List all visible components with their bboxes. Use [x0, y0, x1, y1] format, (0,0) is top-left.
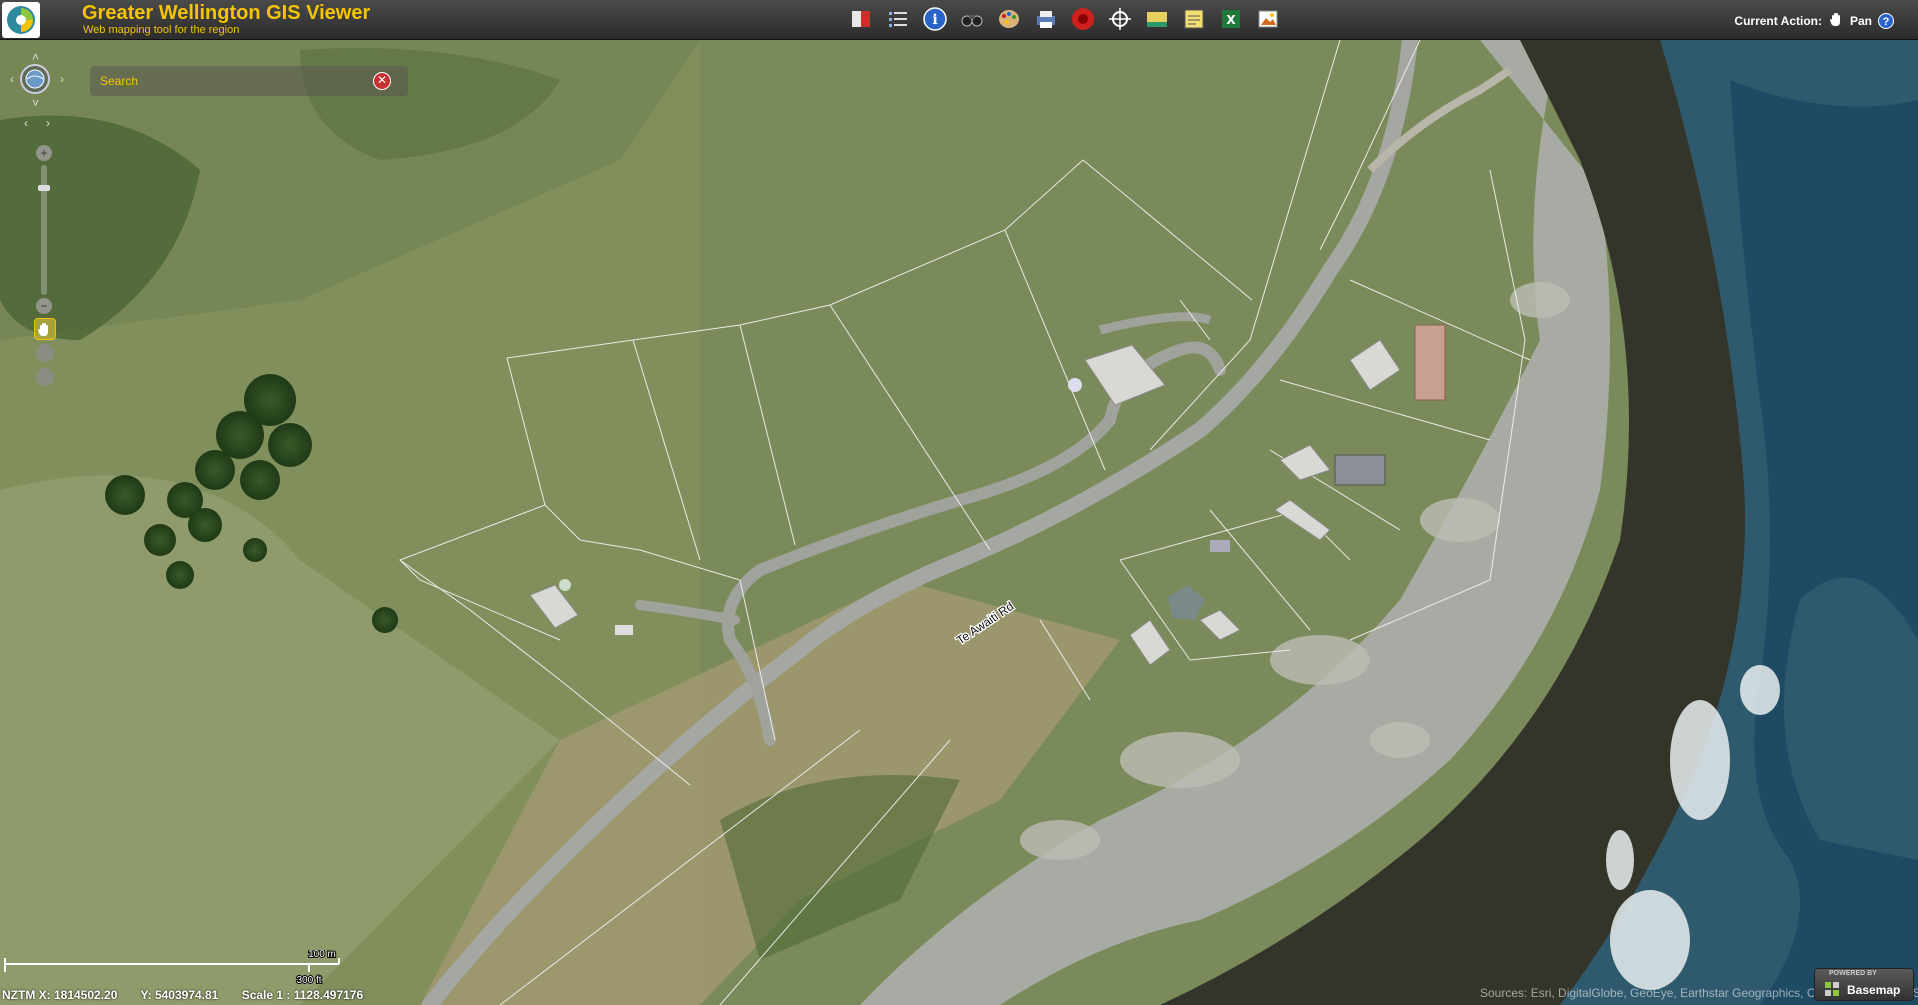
current-action-label: Current Action:	[1734, 13, 1822, 28]
globe-icon	[25, 69, 45, 89]
scale-metric-label: 100 m	[308, 950, 336, 960]
help-icon[interactable]: ?	[1878, 12, 1894, 29]
basemap-grid-icon	[1825, 982, 1839, 996]
basemap-button[interactable]: POWERED BY Basemap	[1814, 968, 1914, 1001]
coord-x: NZTM X: 1814502.20	[2, 988, 118, 1002]
main-toolbar: i X	[846, 4, 1282, 34]
image-export-icon[interactable]	[1253, 4, 1282, 33]
zoom-in-icon[interactable]: +	[36, 145, 52, 161]
zoom-slider[interactable]	[38, 165, 50, 295]
zoom-slider-handle[interactable]	[38, 185, 50, 191]
coordinate-readout: NZTM X: 1814502.20 Y: 5403974.81 Scale 1…	[2, 988, 383, 1002]
navigation-control: ˄ ˅ ‹ › ‹ › + −	[8, 50, 72, 400]
map-scale: Scale 1 : 1128.497176	[241, 988, 364, 1002]
gis-viewer-app: Greater Wellington GIS Viewer Web mappin…	[0, 0, 1918, 1005]
book-icon[interactable]	[846, 4, 875, 33]
svg-text:i: i	[932, 12, 937, 28]
search-input[interactable]	[100, 72, 360, 90]
greater-wellington-logo[interactable]	[2, 2, 40, 38]
record-icon[interactable]	[1068, 4, 1097, 33]
current-action: Current Action: Pan ?	[1734, 11, 1894, 30]
rotate-left-icon[interactable]: ‹	[24, 116, 28, 130]
zoom-out-icon[interactable]: −	[36, 298, 52, 314]
notes-icon[interactable]	[1179, 4, 1208, 33]
basemap-label: Basemap	[1847, 983, 1901, 997]
pan-mode-icon[interactable]	[34, 318, 56, 340]
pan-right-icon[interactable]: ›	[60, 72, 64, 86]
powered-by-label: POWERED BY	[1829, 970, 1877, 977]
crosshair-icon[interactable]	[1105, 4, 1134, 33]
app-title: Greater Wellington GIS Viewer	[82, 2, 371, 24]
svg-text:X: X	[1226, 13, 1236, 27]
scale-imperial-label: 300 ft	[296, 975, 321, 986]
pan-control[interactable]	[20, 64, 50, 94]
rotate-right-icon[interactable]: ›	[46, 116, 50, 130]
print-icon[interactable]	[1031, 4, 1060, 33]
zoom-extent-mode-icon[interactable]	[36, 368, 54, 386]
palette-icon[interactable]	[994, 4, 1023, 33]
binoculars-icon[interactable]	[957, 4, 986, 33]
pan-left-icon[interactable]: ‹	[10, 72, 14, 86]
clear-search-icon[interactable]: ✕	[373, 72, 391, 90]
app-subtitle: Web mapping tool for the region	[83, 24, 240, 36]
map-canvas[interactable]: Te Awaiti Rd	[0, 40, 1918, 1005]
excel-icon[interactable]: X	[1216, 4, 1245, 33]
layer-list-icon[interactable]	[883, 4, 912, 33]
top-header: Greater Wellington GIS Viewer Web mappin…	[0, 0, 1918, 40]
current-action-value: Pan	[1849, 13, 1872, 28]
pan-hand-icon	[1828, 11, 1844, 30]
pan-up-icon[interactable]: ˄	[32, 50, 39, 64]
zoom-box-mode-icon[interactable]	[36, 344, 54, 362]
info-icon[interactable]: i	[920, 4, 949, 33]
aerial-imagery: Te Awaiti Rd	[0, 40, 1918, 1005]
measure-icon[interactable]	[1142, 4, 1171, 33]
pan-down-icon[interactable]: ˅	[32, 96, 39, 110]
coord-y: Y: 5403974.81	[140, 988, 219, 1002]
search-box: ✕	[90, 66, 408, 96]
